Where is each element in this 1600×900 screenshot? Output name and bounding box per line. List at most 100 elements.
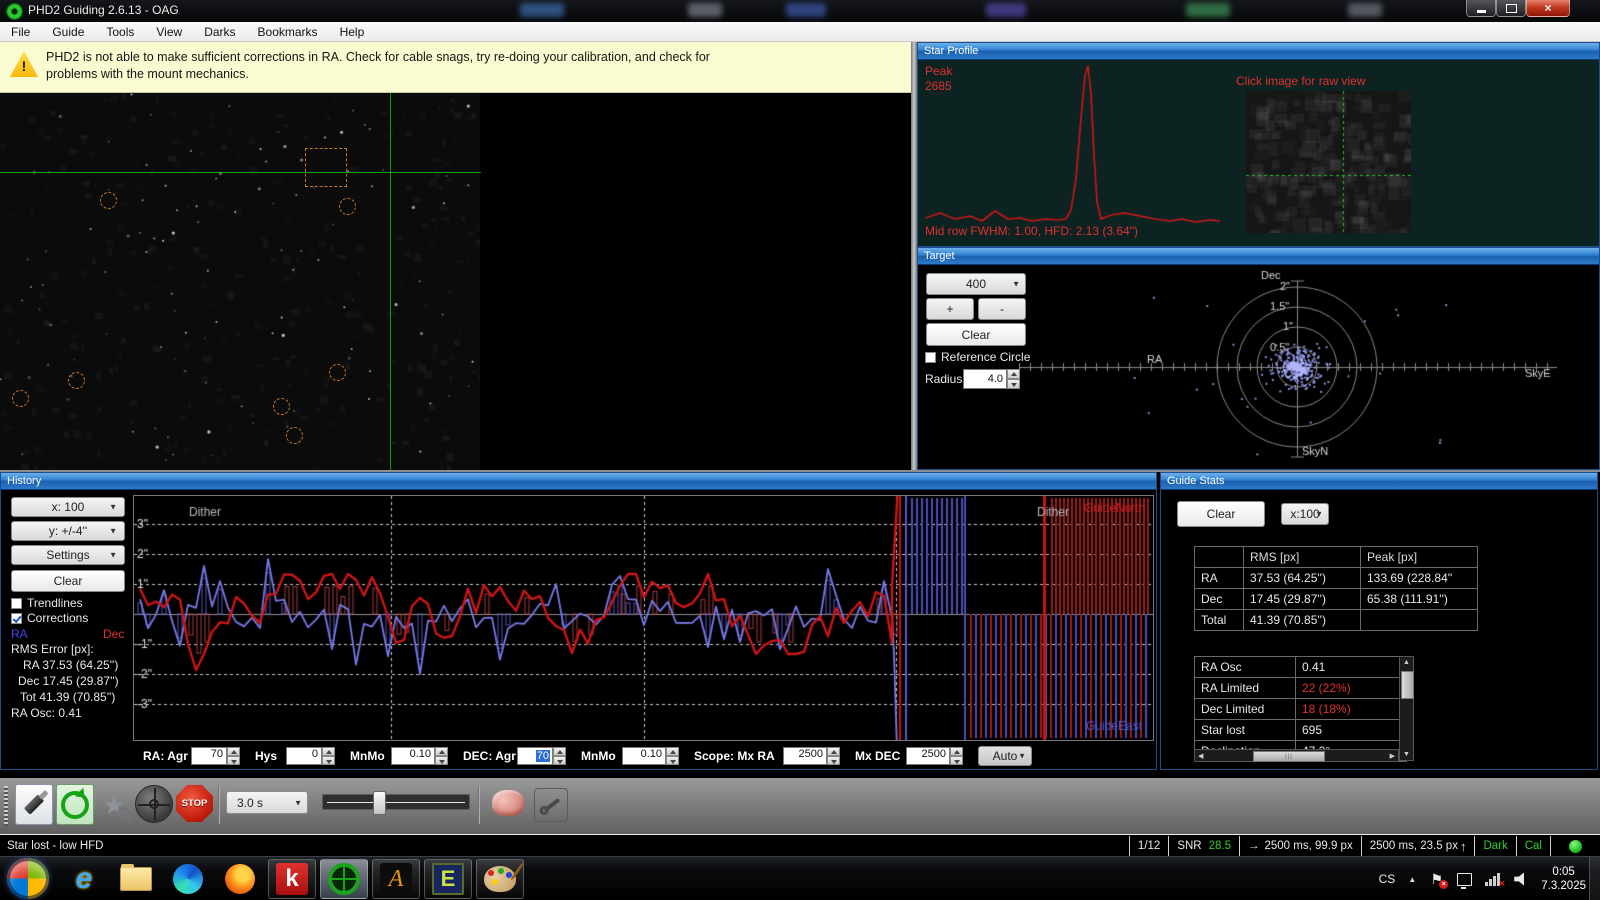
- zoom-out-button[interactable]: -: [978, 298, 1026, 320]
- status-led-icon: [1569, 840, 1582, 853]
- taskbar-phd2-active[interactable]: [320, 859, 368, 899]
- taskbar-clock[interactable]: 0:05 7.3.2025: [1541, 865, 1586, 893]
- hidden-icons-chevron[interactable]: ▲: [1408, 875, 1416, 884]
- rms-heading: RMS Error [px]:: [11, 642, 94, 656]
- star-profile-titlebar[interactable]: Star Profile: [918, 43, 1599, 60]
- ra-aggression-input[interactable]: 70: [191, 747, 227, 765]
- star-marker: [68, 372, 85, 389]
- guide-camera-image[interactable]: [0, 93, 911, 470]
- volume-icon[interactable]: [1513, 872, 1528, 887]
- ra-minmove-stepper[interactable]: [435, 747, 448, 765]
- minimize-button[interactable]: [1466, 0, 1496, 17]
- menu-bookmarks[interactable]: Bookmarks: [247, 22, 329, 42]
- camera-settings-button[interactable]: [534, 788, 568, 822]
- history-settings-select[interactable]: Settings▼: [11, 545, 125, 565]
- stats-horizontal-scrollbar[interactable]: ◀ ||| ▶: [1194, 749, 1399, 762]
- dec-aggression-input[interactable]: 70: [517, 747, 553, 765]
- menu-tools[interactable]: Tools: [95, 22, 145, 42]
- rms-peak-table: RMS [px] Peak [px] RA37.53 (64.25'')133.…: [1194, 546, 1478, 631]
- fwhm-readout: Mid row FWHM: 1.00, HFD: 2.13 (3.64"): [925, 224, 1138, 238]
- auto-select-star-button[interactable]: ★: [96, 786, 132, 824]
- ra-minmove-input[interactable]: 0.10: [391, 747, 435, 765]
- dec-mode-value: Auto: [993, 749, 1018, 763]
- trendlines-checkbox[interactable]: [11, 598, 22, 609]
- internet-explorer-icon: e: [76, 862, 93, 896]
- toolbar-grip[interactable]: [4, 786, 8, 826]
- menu-file[interactable]: File: [0, 22, 41, 42]
- dec-agr-selected-text: 70: [536, 750, 550, 762]
- close-button[interactable]: ×: [1526, 0, 1570, 17]
- remove-hardware-icon[interactable]: [1457, 872, 1472, 887]
- hysteresis-stepper[interactable]: [322, 747, 335, 765]
- guide-stats-titlebar[interactable]: Guide Stats: [1161, 473, 1597, 490]
- history-x-scale-select[interactable]: x: 100▼: [11, 497, 125, 517]
- stop-button[interactable]: STOP: [176, 785, 213, 822]
- history-titlebar[interactable]: History: [1, 473, 1156, 490]
- action-center-flag-icon[interactable]: ⚑×: [1429, 872, 1444, 887]
- advanced-settings-brain-button[interactable]: [492, 790, 524, 816]
- target-zoom-value: 400: [966, 277, 986, 291]
- ra-aggression-stepper[interactable]: [227, 747, 240, 765]
- gamma-slider[interactable]: [322, 794, 470, 810]
- stats-scale-select[interactable]: x:100 ▼: [1281, 503, 1329, 525]
- stats-vertical-scrollbar[interactable]: ▲ ▼: [1399, 656, 1414, 761]
- taskbar-paint-app[interactable]: [476, 859, 524, 899]
- raw-star-view[interactable]: [1246, 91, 1411, 233]
- taskbar-file-explorer[interactable]: [112, 859, 160, 899]
- target-clear-button[interactable]: Clear: [926, 323, 1026, 346]
- slider-thumb[interactable]: [373, 791, 386, 815]
- dec-minmove-input[interactable]: 0.10: [622, 747, 666, 765]
- table-row: Dec17.45 (29.87'')65.38 (111.91''): [1195, 589, 1478, 610]
- menu-guide[interactable]: Guide: [41, 22, 95, 42]
- zoom-in-button[interactable]: +: [926, 298, 974, 320]
- table-row: RA37.53 (64.25'')133.69 (228.84'': [1195, 568, 1478, 589]
- maximize-button[interactable]: [1496, 0, 1526, 17]
- hysteresis-input[interactable]: 0: [286, 747, 322, 765]
- target-panel: Target 400 ▼ + - Clear Reference Circle …: [917, 247, 1600, 470]
- radius-input[interactable]: 4.0: [963, 369, 1007, 389]
- menu-help[interactable]: Help: [329, 22, 376, 42]
- max-ra-stepper[interactable]: [827, 747, 840, 765]
- network-icon[interactable]: ×: [1485, 872, 1500, 887]
- menu-darks[interactable]: Darks: [193, 22, 246, 42]
- begin-guiding-button[interactable]: [135, 785, 173, 823]
- taskbar-firefox[interactable]: [216, 859, 264, 899]
- target-titlebar[interactable]: Target: [918, 248, 1599, 265]
- connect-equipment-button[interactable]: [15, 784, 53, 825]
- taskbar-edge[interactable]: [164, 859, 212, 899]
- aero-reflection: [786, 3, 826, 17]
- scrollbar-thumb[interactable]: |||: [1253, 751, 1325, 762]
- aero-reflection: [1348, 3, 1382, 17]
- language-indicator[interactable]: CS: [1379, 872, 1396, 886]
- title-bar: PHD2 Guiding 2.6.13 - OAG ×: [0, 0, 1600, 22]
- exposure-duration-select[interactable]: 3.0 s ▼: [226, 791, 308, 814]
- dec-mode-select[interactable]: Auto ▼: [978, 746, 1032, 766]
- star-marker: [339, 198, 356, 215]
- max-dec-input[interactable]: 2500: [906, 747, 950, 765]
- dec-aggression-stepper[interactable]: [553, 747, 566, 765]
- target-zoom-select[interactable]: 400 ▼: [926, 273, 1026, 295]
- start-button[interactable]: [7, 858, 49, 899]
- scroll-left-icon[interactable]: ◀: [1198, 752, 1203, 760]
- stats-clear-button[interactable]: Clear: [1177, 501, 1265, 527]
- taskbar-internet-explorer[interactable]: e: [60, 859, 108, 899]
- history-y-scale-select[interactable]: y: +/-4''▼: [11, 521, 125, 541]
- scroll-down-icon[interactable]: ▼: [1403, 751, 1410, 758]
- taskbar-eqmod[interactable]: E: [424, 859, 472, 899]
- reference-circle-checkbox[interactable]: [925, 352, 936, 363]
- show-desktop-button[interactable]: [1589, 857, 1600, 900]
- max-ra-input[interactable]: 2500: [783, 747, 827, 765]
- max-dec-stepper[interactable]: [950, 747, 963, 765]
- corrections-checkbox[interactable]: [11, 613, 22, 624]
- taskbar-krita[interactable]: k: [268, 859, 316, 899]
- radius-stepper[interactable]: [1007, 369, 1020, 389]
- stop-sign-icon: STOP: [182, 798, 208, 809]
- scrollbar-thumb[interactable]: [1401, 671, 1414, 699]
- scroll-right-icon[interactable]: ▶: [1390, 752, 1395, 760]
- loop-exposures-button[interactable]: [56, 784, 94, 825]
- scroll-up-icon[interactable]: ▲: [1403, 659, 1410, 666]
- history-clear-button[interactable]: Clear: [11, 570, 125, 592]
- menu-view[interactable]: View: [145, 22, 193, 42]
- taskbar-astroart[interactable]: A: [372, 859, 420, 899]
- dec-minmove-stepper[interactable]: [666, 747, 679, 765]
